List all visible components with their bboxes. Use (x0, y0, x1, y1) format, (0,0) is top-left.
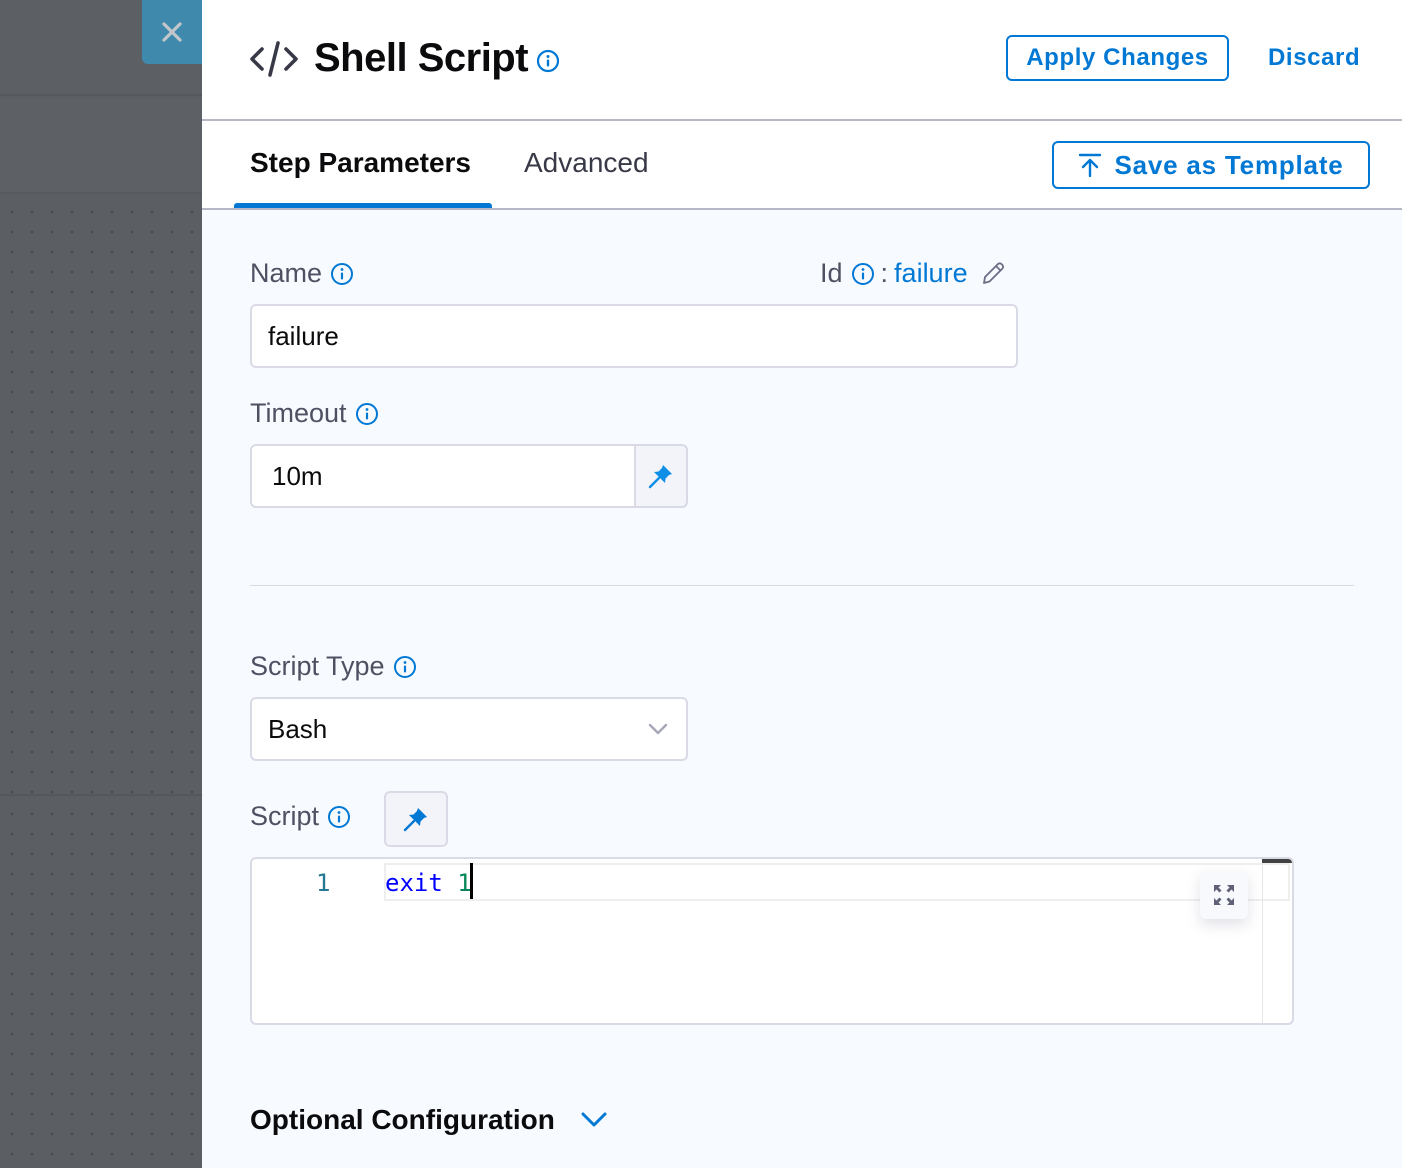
expand-editor-button[interactable] (1200, 871, 1248, 919)
script-type-selected: Bash (268, 713, 328, 744)
discard-button[interactable]: Discard (1268, 35, 1360, 81)
script-editor[interactable]: 1 exit 1 (250, 857, 1294, 1025)
pipeline-canvas-backdrop (0, 0, 202, 1168)
step-config-drawer: Shell Script Apply Changes Discard Step … (202, 0, 1402, 1168)
pencil-icon[interactable] (980, 261, 1006, 287)
tab-advanced[interactable]: Advanced (524, 147, 649, 179)
line-number: 1 (316, 869, 331, 897)
info-icon[interactable] (851, 262, 875, 286)
backdrop-toolbar-band (0, 98, 202, 194)
code-keyword: exit (385, 869, 443, 897)
script-type-label: Script Type (250, 651, 385, 681)
name-label: Name (250, 258, 323, 288)
title-group: Shell Script (248, 36, 560, 81)
page-title: Shell Script (314, 36, 529, 80)
section-divider (250, 585, 1354, 586)
tab-step-parameters[interactable]: Step Parameters (250, 147, 471, 179)
chevron-down-icon (648, 723, 668, 735)
expand-icon (1214, 885, 1234, 905)
script-type-label-group: Script Type (250, 651, 417, 682)
save-as-template-button[interactable]: Save as Template (1052, 141, 1370, 189)
name-input[interactable] (268, 320, 1016, 352)
info-icon[interactable] (327, 805, 351, 829)
id-value: failure (894, 258, 968, 288)
timeout-pin-button[interactable] (634, 444, 688, 508)
backdrop-dot-grid (0, 196, 202, 796)
id-group: Id : failure (820, 258, 1006, 289)
timeout-input[interactable] (272, 460, 634, 492)
drawer-header: Shell Script Apply Changes Discard (202, 0, 1402, 121)
code-line[interactable]: exit 1 (385, 863, 473, 899)
name-label-group: Name (250, 258, 354, 289)
script-label-group: Script (250, 801, 351, 832)
close-drawer-button[interactable] (142, 0, 202, 64)
timeout-label: Timeout (250, 398, 347, 428)
id-separator: : (880, 258, 889, 288)
id-label: Id (820, 258, 843, 288)
timeout-label-group: Timeout (250, 398, 379, 429)
optional-configuration-toggle[interactable]: Optional Configuration (250, 1104, 607, 1136)
script-pin-button[interactable] (384, 791, 448, 847)
pin-icon (648, 465, 672, 489)
editor-scrollbar-thumb[interactable] (1262, 859, 1292, 863)
timeout-field[interactable] (250, 444, 636, 508)
info-icon[interactable] (393, 655, 417, 679)
close-icon (162, 22, 182, 42)
backdrop-divider (0, 794, 202, 796)
script-label: Script (250, 801, 320, 831)
name-field[interactable] (250, 304, 1018, 368)
upload-icon (1079, 153, 1102, 178)
tabs-bar: Step Parameters Advanced Save as Templat… (202, 121, 1402, 210)
info-icon[interactable] (536, 49, 560, 73)
chevron-down-icon (581, 1111, 607, 1129)
apply-changes-button[interactable]: Apply Changes (1006, 35, 1229, 81)
pin-icon (403, 808, 427, 832)
editor-scrollbar[interactable] (1262, 859, 1263, 1023)
script-type-select[interactable]: Bash (250, 697, 688, 761)
text-cursor (469, 863, 473, 899)
optional-configuration-label: Optional Configuration (250, 1104, 555, 1135)
code-icon (248, 39, 300, 79)
info-icon[interactable] (330, 262, 354, 286)
backdrop-dot-grid-lower (0, 798, 202, 1168)
save-as-template-label: Save as Template (1114, 149, 1344, 180)
current-line-highlight (384, 863, 1290, 901)
info-icon[interactable] (355, 402, 379, 426)
active-tab-indicator (234, 203, 492, 208)
